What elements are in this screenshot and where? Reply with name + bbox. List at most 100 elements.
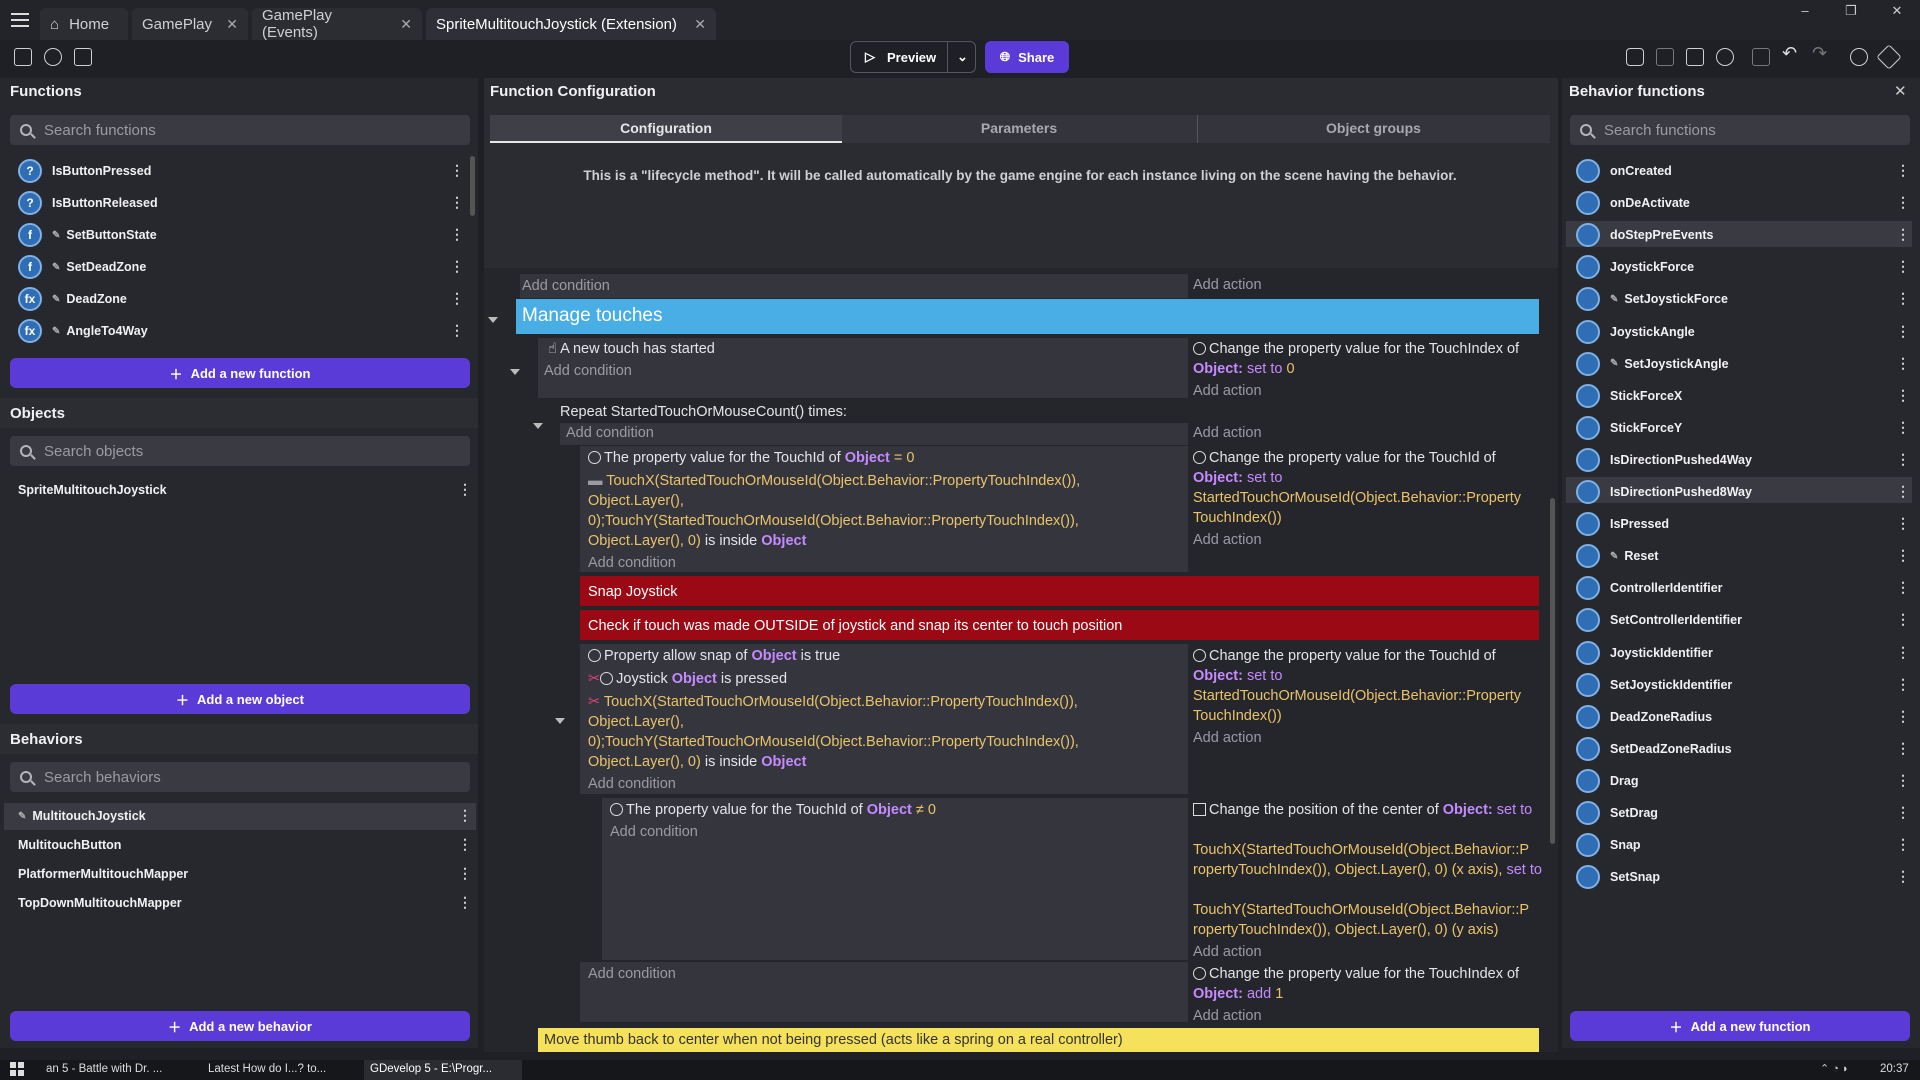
more-icon[interactable]: ⋮: [1896, 387, 1910, 404]
behavior-function-item[interactable]: ✎ SetJoystickForce: [1576, 286, 1728, 312]
windows-start-icon[interactable]: [10, 1062, 24, 1076]
behavior-item[interactable]: TopDownMultitouchMapper: [18, 890, 182, 916]
edit-icon[interactable]: [1876, 44, 1902, 70]
window-close-icon[interactable]: ✕: [1874, 0, 1920, 24]
tab-object-groups[interactable]: Object groups: [1197, 115, 1549, 143]
tray-icons[interactable]: ⌃ ◔ ◗: [1820, 1062, 1849, 1075]
condition-touchid-neq[interactable]: The property value for the TouchId of Ob…: [610, 800, 936, 820]
more-icon[interactable]: ⋮: [458, 807, 472, 824]
more-icon[interactable]: ⋮: [458, 894, 472, 911]
condition-touchid[interactable]: The property value for the TouchId of Ob…: [588, 448, 914, 468]
condition-new-touch[interactable]: ☝︎ A new touch has started: [548, 339, 715, 359]
taskbar-item-browser[interactable]: Latest How do I...? to...: [208, 1063, 326, 1075]
add-action-link[interactable]: Add action: [1193, 423, 1262, 443]
minimize-icon[interactable]: –: [1782, 0, 1828, 24]
taskbar-item-game[interactable]: an 5 - Battle with Dr. ...: [46, 1063, 162, 1075]
behavior-function-item[interactable]: JoystickIdentifier: [1576, 640, 1713, 666]
more-icon[interactable]: ⋮: [458, 836, 472, 853]
subevent-icon[interactable]: [1656, 48, 1674, 66]
undo-icon[interactable]: ↶: [1782, 43, 1800, 63]
behavior-function-item[interactable]: IsDirectionPushed4Way: [1576, 447, 1752, 473]
more-icon[interactable]: ⋮: [458, 865, 472, 882]
more-icon[interactable]: ⋮: [1896, 579, 1910, 596]
condition-inside-l1[interactable]: ▬ TouchX(StartedTouchOrMouseId(Object.Be…: [588, 471, 1080, 491]
more-icon[interactable]: ⋮: [1896, 323, 1910, 340]
more-icon[interactable]: ⋮: [1896, 226, 1910, 243]
tab-gameplay-events[interactable]: GamePlay (Events) ✕: [252, 7, 422, 41]
tab-extension[interactable]: SpriteMultitouchJoystick (Extension) ✕: [426, 8, 716, 40]
behavior-function-item[interactable]: JoystickAngle: [1576, 319, 1695, 345]
menu-icon[interactable]: [0, 0, 40, 40]
more-icon[interactable]: ⋮: [458, 481, 472, 498]
search-functions-input[interactable]: Search functions: [10, 115, 470, 145]
add-condition-link[interactable]: Add condition: [588, 553, 676, 573]
more-icon[interactable]: ⋮: [1896, 708, 1910, 725]
more-icon[interactable]: ⋮: [1896, 258, 1910, 275]
more-icon[interactable]: ⋮: [1896, 483, 1910, 500]
behavior-function-item[interactable]: SetDrag: [1576, 800, 1658, 826]
behavior-function-item[interactable]: StickForceY: [1576, 415, 1682, 441]
tab-home[interactable]: ⌂ Home: [40, 8, 128, 40]
add-behavior-function-button[interactable]: ＋ Add a new function: [1570, 1011, 1910, 1041]
close-icon[interactable]: ✕: [1894, 82, 1907, 100]
group-header[interactable]: [516, 299, 1539, 334]
add-condition-link[interactable]: Add condition: [588, 964, 676, 984]
add-function-button[interactable]: ＋ Add a new function: [10, 358, 470, 388]
more-icon[interactable]: ⋮: [1896, 194, 1910, 211]
more-icon[interactable]: ⋮: [1896, 355, 1910, 372]
condition-allow-snap[interactable]: Property allow snap of Object is true: [588, 646, 840, 666]
more-icon[interactable]: ⋮: [450, 162, 464, 179]
behavior-item[interactable]: PlatformerMultitouchMapper: [18, 861, 188, 887]
behavior-function-item[interactable]: ✎ Reset: [1576, 543, 1658, 569]
more-icon[interactable]: ⋮: [1896, 740, 1910, 757]
add-object-button[interactable]: ＋ Add a new object: [10, 684, 470, 714]
action-touchindex-add[interactable]: Change the property value for the TouchI…: [1193, 964, 1519, 984]
behavior-item[interactable]: ✎ MultitouchJoystick: [18, 803, 146, 829]
add-condition-link[interactable]: Add condition: [566, 423, 654, 443]
behavior-function-item[interactable]: ControllerIdentifier: [1576, 575, 1723, 601]
redo-icon[interactable]: ↷: [1812, 43, 1830, 63]
add-action-link[interactable]: Add action: [1193, 381, 1262, 401]
behavior-function-item[interactable]: doStepPreEvents: [1576, 222, 1714, 248]
add-condition-link[interactable]: Add condition: [610, 822, 698, 842]
share-button[interactable]: 🌐︎ Share: [985, 41, 1069, 73]
add-condition-link[interactable]: Add condition: [588, 774, 676, 794]
action-touchid[interactable]: Change the property value for the TouchI…: [1193, 646, 1496, 666]
search-objects-input[interactable]: Search objects: [10, 436, 470, 466]
taskbar-item-gdevelop[interactable]: GDevelop 5 - E:\Progr...: [370, 1063, 492, 1075]
history-icon[interactable]: [44, 48, 62, 66]
chevron-down-icon[interactable]: ⌄: [947, 42, 977, 72]
more-icon[interactable]: ⋮: [1896, 772, 1910, 789]
behavior-function-item[interactable]: SetJoystickIdentifier: [1576, 672, 1732, 698]
behavior-function-item[interactable]: IsPressed: [1576, 511, 1669, 537]
behavior-function-item[interactable]: SetControllerIdentifier: [1576, 607, 1742, 633]
close-icon[interactable]: ✕: [226, 16, 238, 33]
more-icon[interactable]: ⋮: [1896, 868, 1910, 885]
search-behaviors-input[interactable]: Search behaviors: [10, 762, 470, 792]
add-action-link[interactable]: Add action: [1193, 530, 1262, 550]
behavior-item[interactable]: MultitouchButton: [18, 832, 121, 858]
add-action-link[interactable]: Add action: [1193, 728, 1262, 748]
collapse-icon[interactable]: [488, 317, 498, 323]
more-icon[interactable]: ⋮: [1896, 644, 1910, 661]
more-icon[interactable]: ⋮: [1896, 451, 1910, 468]
object-item[interactable]: SpriteMultitouchJoystick: [18, 477, 167, 503]
events-scrollbar[interactable]: [1550, 498, 1555, 844]
action-touchid[interactable]: Change the property value for the TouchI…: [1193, 448, 1496, 468]
search-icon[interactable]: [1850, 48, 1868, 66]
tab-parameters[interactable]: Parameters: [843, 115, 1195, 143]
behavior-function-item[interactable]: Snap: [1576, 832, 1641, 858]
event-icon[interactable]: [1626, 48, 1644, 66]
add-condition-link[interactable]: Add condition: [544, 361, 632, 381]
behavior-function-item[interactable]: DeadZoneRadius: [1576, 704, 1712, 730]
close-icon[interactable]: ✕: [694, 16, 706, 33]
repeat-event[interactable]: Repeat StartedTouchOrMouseCount() times:: [560, 402, 847, 422]
behavior-function-item[interactable]: ✎ SetJoystickAngle: [1576, 351, 1729, 377]
collapse-icon[interactable]: [510, 369, 520, 375]
behavior-function-item[interactable]: SetDeadZoneRadius: [1576, 736, 1732, 762]
more-icon[interactable]: ⋮: [1896, 836, 1910, 853]
collapse-icon[interactable]: [533, 423, 543, 429]
behavior-function-item[interactable]: SetSnap: [1576, 864, 1660, 890]
add-behavior-button[interactable]: ＋ Add a new behavior: [10, 1011, 470, 1041]
behavior-function-item[interactable]: onCreated: [1576, 158, 1672, 184]
